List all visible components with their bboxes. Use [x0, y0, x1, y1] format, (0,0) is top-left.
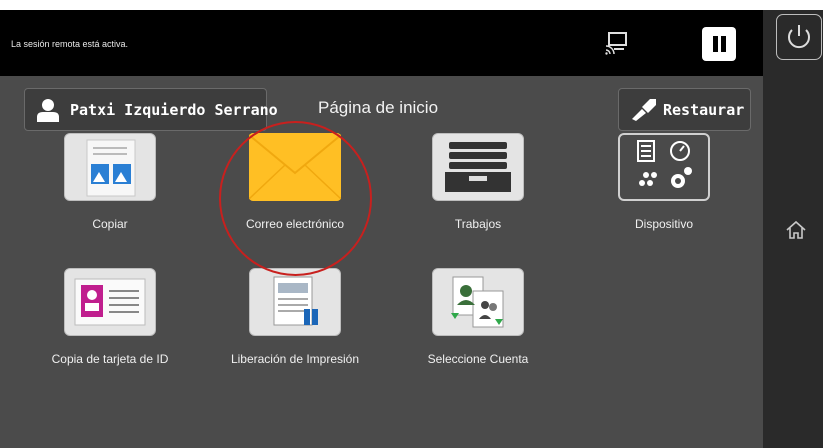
app-dispositivo[interactable]: Dispositivo	[589, 133, 739, 253]
copy-icon	[64, 133, 156, 201]
power-button[interactable]	[776, 14, 822, 60]
app-trabajos[interactable]: Trabajos	[403, 133, 553, 253]
page-title: Página de inicio	[318, 98, 439, 117]
power-icon	[788, 25, 810, 49]
user-icon	[37, 99, 59, 122]
app-label: Copiar	[92, 217, 128, 231]
remote-screen-icon	[605, 32, 627, 55]
side-panel	[763, 0, 823, 448]
app-label: Dispositivo	[634, 217, 694, 231]
app-correo-electronico[interactable]: Correo electrónico	[220, 133, 370, 253]
id-card-icon	[64, 268, 156, 336]
app-label: Trabajos	[454, 217, 502, 231]
user-name: Patxi Izquierdo Serrano	[70, 101, 278, 119]
home-icon[interactable]	[785, 219, 807, 241]
restore-label: Restaurar	[663, 101, 745, 119]
job-tray-icon	[432, 133, 524, 201]
pause-button[interactable]	[702, 27, 736, 61]
app-label: Liberación de Impresión	[230, 352, 360, 366]
app-label: Copia de tarjeta de ID	[51, 352, 169, 366]
app-label: Seleccione Cuenta	[427, 352, 529, 366]
reset-icon	[632, 99, 656, 121]
app-copiar[interactable]: Copiar	[35, 133, 185, 253]
device-icon	[618, 133, 710, 201]
print-release-icon	[249, 268, 341, 336]
remote-session-status: La sesión remota está activa.	[11, 39, 129, 49]
app-liberacion-de-impresion[interactable]: Liberación de Impresión	[220, 268, 370, 388]
app-copia-de-tarjeta-de-id[interactable]: Copia de tarjeta de ID	[35, 268, 185, 388]
user-button[interactable]: Patxi Izquierdo Serrano	[24, 88, 278, 131]
restore-button[interactable]: Restaurar	[618, 88, 751, 131]
pause-icon	[713, 36, 718, 52]
status-bar: La sesión remota está activa.	[0, 10, 763, 76]
select-account-icon	[432, 268, 524, 336]
app-seleccione-cuenta[interactable]: Seleccione Cuenta	[403, 268, 553, 388]
device-screen: La sesión remota está activa. Patxi Izqu…	[0, 10, 763, 448]
email-icon	[248, 133, 342, 201]
app-label: Correo electrónico	[245, 217, 345, 231]
